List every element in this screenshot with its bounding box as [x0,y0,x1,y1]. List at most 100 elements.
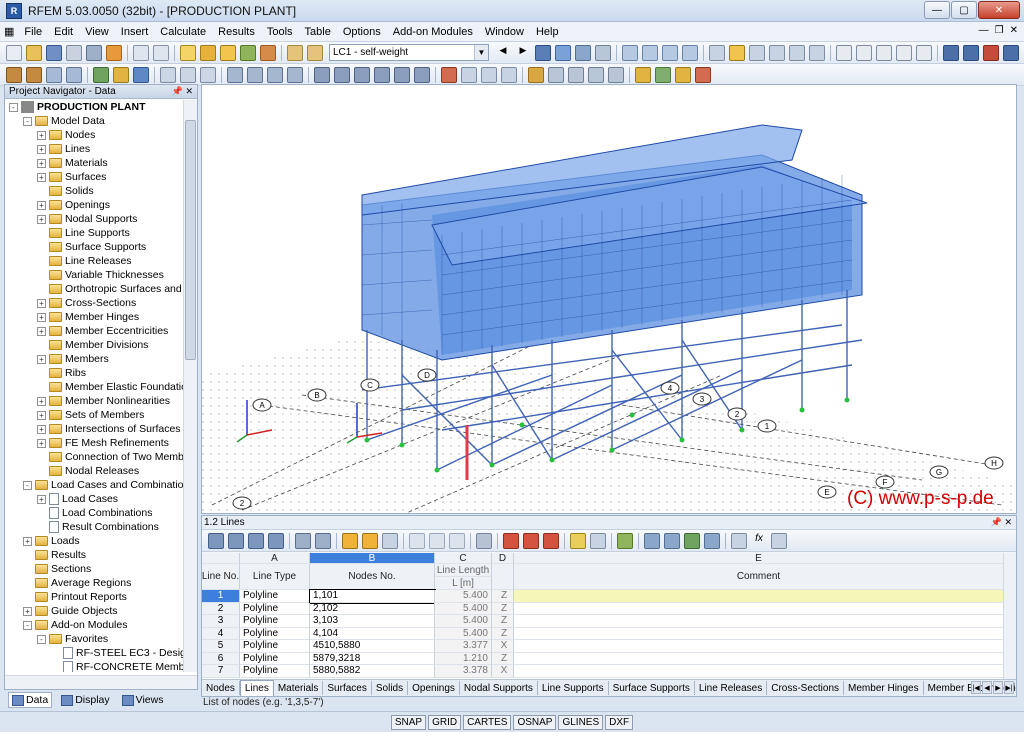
cartes-toggle[interactable]: CARTES [463,714,512,730]
cell-line-type[interactable]: Polyline [240,640,310,653]
table-clear-icon[interactable] [543,532,559,549]
table-settings-icon[interactable] [704,532,720,549]
redo-icon[interactable] [153,44,169,61]
material-icon[interactable] [113,66,129,83]
tab-last-icon[interactable]: ▶| [1004,681,1014,694]
tree-item[interactable]: Nodal Releases [37,464,139,478]
scale-icon[interactable] [394,66,410,83]
table-filter-icon[interactable] [342,532,358,549]
calculate-all-icon[interactable] [555,44,571,61]
table-tab[interactable]: Nodes [202,681,240,695]
table-print-icon[interactable] [449,532,465,549]
dxf-toggle[interactable]: DXF [605,714,634,730]
glines-toggle[interactable]: GLINES [558,714,604,730]
numbering-icon[interactable] [568,66,584,83]
tree-item[interactable]: + Load Cases [37,492,118,506]
tree-item[interactable]: - Add-on Modules [23,618,127,632]
next-loadcase-icon[interactable]: ▶ [515,45,531,61]
undo-icon[interactable] [133,44,149,61]
tree-item[interactable]: + FE Mesh Refinements [37,436,169,450]
table-import-icon[interactable] [409,532,425,549]
table-paste-icon[interactable] [248,532,264,549]
search-icon[interactable] [200,44,216,61]
collapse-icon[interactable]: - [23,116,32,126]
table-export-icon[interactable] [429,532,445,549]
expand-icon[interactable]: + [37,144,46,154]
tree-item[interactable]: Ribs [37,366,86,380]
tree-item[interactable]: + Materials [37,156,108,170]
tree-item[interactable]: RF-STEEL EC3 - Design [51,646,185,660]
new-icon[interactable] [6,44,22,61]
table-column-icon[interactable] [570,532,586,549]
tab-views[interactable]: Views [119,693,167,707]
tree-item[interactable]: Variable Thicknesses [37,268,164,282]
cell-nodes[interactable]: 3,103 [310,615,435,628]
line-load-icon[interactable] [267,66,283,83]
cell-length[interactable]: 5.400 [435,627,492,640]
intersect-icon[interactable] [501,66,517,83]
cell-comment[interactable] [514,652,1004,665]
previous-loadcase-icon[interactable]: ◀ [495,45,511,61]
table-edit-icon[interactable] [208,532,224,549]
tree-item[interactable]: + Member Nonlinearities [37,394,170,408]
table-delete-row-icon[interactable] [523,532,539,549]
table-tab[interactable]: Surfaces [323,681,372,695]
table-icon[interactable] [240,44,256,61]
tree-item[interactable]: RF-CONCRETE Membe [51,660,185,672]
rotate-icon[interactable] [769,44,785,61]
tree-item[interactable]: Results [23,548,86,562]
tree-item[interactable]: - PRODUCTION PLANT [9,100,146,114]
model-viewport[interactable]: A B C D E F G H 1 2 3 4 2 (C) www.p-s-p.… [201,84,1017,514]
zoom-all-icon[interactable] [729,44,745,61]
tile-icon[interactable] [963,44,979,61]
table-tab[interactable]: Cross-Sections [767,681,845,695]
menu-calculate[interactable]: Calculate [154,26,212,38]
save-icon[interactable] [46,44,62,61]
table-select-icon[interactable] [362,532,378,549]
table-excel-icon[interactable] [617,532,633,549]
menu-table[interactable]: Table [299,26,337,38]
open-icon[interactable] [26,44,42,61]
surface-load-icon[interactable] [287,66,303,83]
tree-item[interactable]: + Guide Objects [23,604,118,618]
expand-icon[interactable]: + [37,494,46,504]
polyline-icon[interactable] [66,66,82,83]
tree-item[interactable]: + Lines [37,142,90,156]
cell-nodes[interactable]: 2,102 [310,602,435,615]
expand-icon[interactable]: + [37,200,46,210]
tree-item[interactable]: Connection of Two Memb [37,450,184,464]
collapse-icon[interactable]: - [37,634,46,644]
cell-nodes[interactable]: 4,104 [310,627,435,640]
collapse-icon[interactable]: - [23,620,32,630]
row-number[interactable]: 7 [202,665,240,678]
row-number[interactable]: 2 [202,602,240,615]
results-icon[interactable] [260,44,276,61]
expand-icon[interactable]: + [23,606,32,616]
tree-item[interactable]: Line Releases [37,254,132,268]
section-icon[interactable] [856,44,872,61]
help-icon[interactable] [983,44,999,61]
view-x-icon[interactable] [622,44,638,61]
table-info-icon[interactable] [771,532,787,549]
cell-nodes[interactable]: 5880,5882 [310,665,435,678]
table-prev-icon[interactable] [295,532,311,549]
expand-icon[interactable]: + [37,424,46,434]
measure-icon[interactable] [896,44,912,61]
visibility-icon[interactable] [608,66,624,83]
tree-item[interactable]: Printout Reports [23,590,127,604]
tree-item[interactable]: Result Combinations [37,520,159,534]
tree-item[interactable]: + Nodal Supports [37,212,137,226]
menu-view[interactable]: View [79,26,115,38]
mesh-icon[interactable] [548,66,564,83]
tree-item[interactable]: Average Regions [23,576,131,590]
edit-icon[interactable] [180,44,196,61]
tree-item[interactable]: Load Combinations [37,506,152,520]
view-z-icon[interactable] [662,44,678,61]
table-tab[interactable]: Openings [408,681,460,695]
cut-icon[interactable] [106,44,122,61]
cell-comment[interactable] [514,615,1004,628]
cell-line-type[interactable]: Polyline [240,652,310,665]
cell-axis[interactable]: X [492,640,514,653]
tree-item[interactable]: - Favorites [37,632,108,646]
results-on-icon[interactable] [575,44,591,61]
